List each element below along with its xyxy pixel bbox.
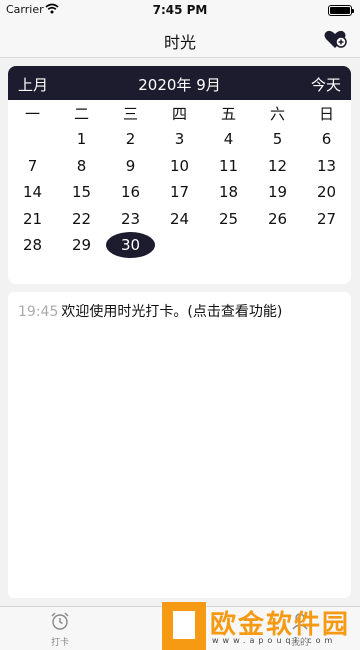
- day-cell[interactable]: 16: [106, 183, 155, 201]
- calendar-week: 7 8 9 10 11 12 13: [8, 153, 351, 180]
- alarm-clock-icon: [30, 611, 90, 634]
- weekday-label: 五: [220, 104, 236, 123]
- day-cell[interactable]: 20: [302, 183, 351, 201]
- selected-day-marker: 30: [106, 232, 155, 259]
- nav-bar: 时光: [0, 20, 360, 58]
- heart-badge-icon[interactable]: [322, 26, 348, 52]
- weekday-label: 四: [171, 104, 187, 123]
- entry-time: 19:45: [18, 304, 59, 320]
- calendar-week: 28 29 30: [8, 232, 351, 259]
- day-cell[interactable]: 28: [8, 236, 57, 254]
- weekday-label: 一: [24, 104, 40, 123]
- day-cell[interactable]: 17: [155, 183, 204, 201]
- page-title: 时光: [163, 33, 196, 52]
- weekday-label: 日: [318, 104, 334, 123]
- day-cell[interactable]: 8: [57, 157, 106, 175]
- tab-checkin[interactable]: 打卡: [30, 611, 90, 648]
- day-cell[interactable]: 4: [204, 130, 253, 148]
- day-cell[interactable]: 22: [57, 210, 106, 228]
- day-cell[interactable]: 10: [155, 157, 204, 175]
- weekday-label: 六: [269, 104, 285, 123]
- watermark-logo-icon: [162, 602, 206, 650]
- day-cell[interactable]: 15: [57, 183, 106, 201]
- day-cell[interactable]: 12: [253, 157, 302, 175]
- battery-icon: [328, 5, 354, 16]
- today-button[interactable]: 今天: [311, 74, 341, 95]
- weekday-label: 二: [73, 104, 89, 123]
- watermark-url: www.apouqi.com: [212, 636, 337, 645]
- day-cell[interactable]: 13: [302, 157, 351, 175]
- day-cell[interactable]: 29: [57, 236, 106, 254]
- day-cell[interactable]: 21: [8, 210, 57, 228]
- day-cell[interactable]: 5: [253, 130, 302, 148]
- day-cell[interactable]: 24: [155, 210, 204, 228]
- day-cell[interactable]: 2: [106, 130, 155, 148]
- day-cell[interactable]: 3: [155, 130, 204, 148]
- day-cell[interactable]: 26: [253, 210, 302, 228]
- weekday-label: 三: [122, 104, 138, 123]
- day-cell[interactable]: 9: [106, 157, 155, 175]
- calendar-header: 上月 2020年 9月 今天: [8, 66, 351, 100]
- day-cell[interactable]: 14: [8, 183, 57, 201]
- day-cell[interactable]: 6: [302, 130, 351, 148]
- calendar-week: 21 22 23 24 25 26 27: [8, 206, 351, 233]
- list-item[interactable]: 19:45 欢迎使用时光打卡。(点击查看功能): [18, 301, 282, 321]
- day-cell[interactable]: 7: [8, 157, 57, 175]
- day-cell[interactable]: 23: [106, 210, 155, 228]
- day-cell[interactable]: 11: [204, 157, 253, 175]
- status-bar: Carrier 7:45 PM: [0, 0, 360, 20]
- clock-time: 7:45 PM: [152, 3, 208, 17]
- day-cell[interactable]: 19: [253, 183, 302, 201]
- entry-text: 欢迎使用时光打卡。(点击查看功能): [61, 304, 283, 320]
- day-cell[interactable]: 25: [204, 210, 253, 228]
- watermark: 欧金软件园 www.apouqi.com: [162, 602, 358, 650]
- weekday-row: 一 二 三 四 五 六 日: [8, 100, 351, 126]
- month-label: 2020年 9月: [138, 76, 221, 94]
- tab-label: 打卡: [50, 638, 69, 648]
- day-cell-selected[interactable]: 30: [106, 232, 155, 259]
- day-cell[interactable]: 1: [57, 130, 106, 148]
- entry-list: 19:45 欢迎使用时光打卡。(点击查看功能): [8, 292, 351, 598]
- calendar-week: 14 15 16 17 18 19 20: [8, 179, 351, 206]
- day-cell[interactable]: 27: [302, 210, 351, 228]
- calendar-week: 1 2 3 4 5 6: [8, 126, 351, 153]
- day-cell[interactable]: 18: [204, 183, 253, 201]
- calendar-card: 上月 2020年 9月 今天 一 二 三 四 五 六 日 1 2 3 4 5 6…: [8, 66, 351, 284]
